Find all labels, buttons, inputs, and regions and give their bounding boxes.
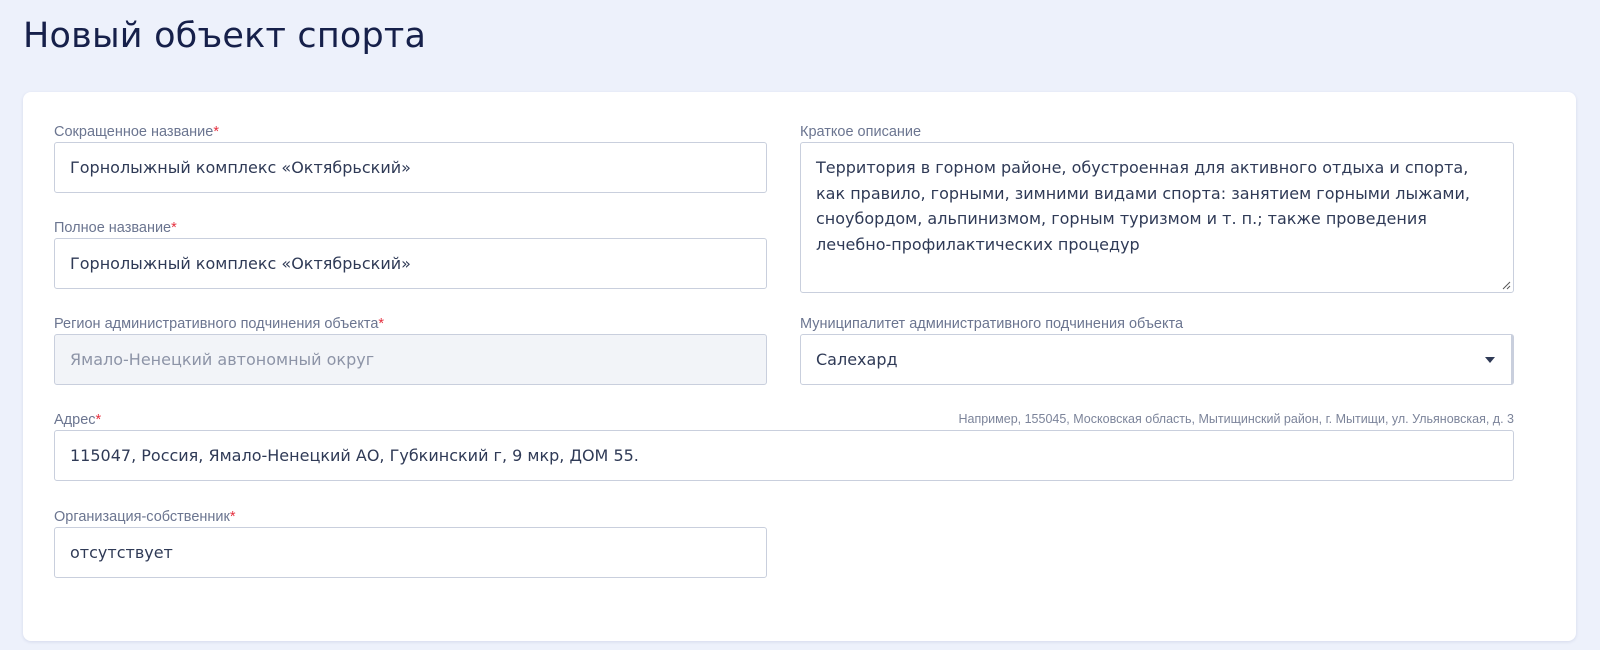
caret-down-icon <box>1485 356 1495 363</box>
municipality-field: Муниципалитет административного подчинен… <box>800 316 1514 386</box>
full-name-label: Полное название* <box>54 220 177 236</box>
description-text: Территория в горном районе, обустроенная… <box>816 158 1470 254</box>
municipality-value: Салехард <box>816 350 898 369</box>
address-input[interactable]: 115047, Россия, Ямало-Ненецкий АО, Губки… <box>54 430 1514 481</box>
short-name-label: Сокращенное название* <box>54 124 220 140</box>
page-title: Новый объект спорта <box>23 16 427 56</box>
full-name-input[interactable]: Горнолыжный комплекс «Октябрьский» <box>54 238 767 289</box>
municipality-label: Муниципалитет административного подчинен… <box>800 316 1184 332</box>
address-hint: Например, 155045, Московская область, Мы… <box>958 412 1514 426</box>
required-mark: * <box>213 124 220 140</box>
form-card: Сокращенное название* Горнолыжный компле… <box>23 92 1576 641</box>
full-name-field: Полное название* Горнолыжный комплекс «О… <box>54 220 767 290</box>
region-input: Ямало-Ненецкий автономный округ <box>54 334 767 385</box>
owner-label: Организация-собственник* <box>54 509 236 525</box>
required-mark: * <box>229 509 236 525</box>
description-field: Краткое описание Территория в горном рай… <box>800 124 1514 294</box>
description-textarea[interactable]: Территория в горном районе, обустроенная… <box>800 142 1514 293</box>
municipality-select[interactable]: Салехард <box>800 334 1514 385</box>
description-label: Краткое описание <box>800 124 922 140</box>
required-mark: * <box>171 220 177 236</box>
region-label: Регион административного подчинения объе… <box>54 316 385 332</box>
resize-handle-icon[interactable] <box>1502 281 1511 290</box>
address-label: Адрес* <box>54 412 102 428</box>
short-name-field: Сокращенное название* Горнолыжный компле… <box>54 124 767 194</box>
address-field: Адрес* Например, 155045, Московская обла… <box>54 412 1514 482</box>
required-mark: * <box>95 412 102 428</box>
short-name-input[interactable]: Горнолыжный комплекс «Октябрьский» <box>54 142 767 193</box>
region-field: Регион административного подчинения объе… <box>54 316 767 386</box>
owner-field: Организация-собственник* отсутствует <box>54 509 767 579</box>
owner-input[interactable]: отсутствует <box>54 527 767 578</box>
required-mark: * <box>378 316 385 332</box>
